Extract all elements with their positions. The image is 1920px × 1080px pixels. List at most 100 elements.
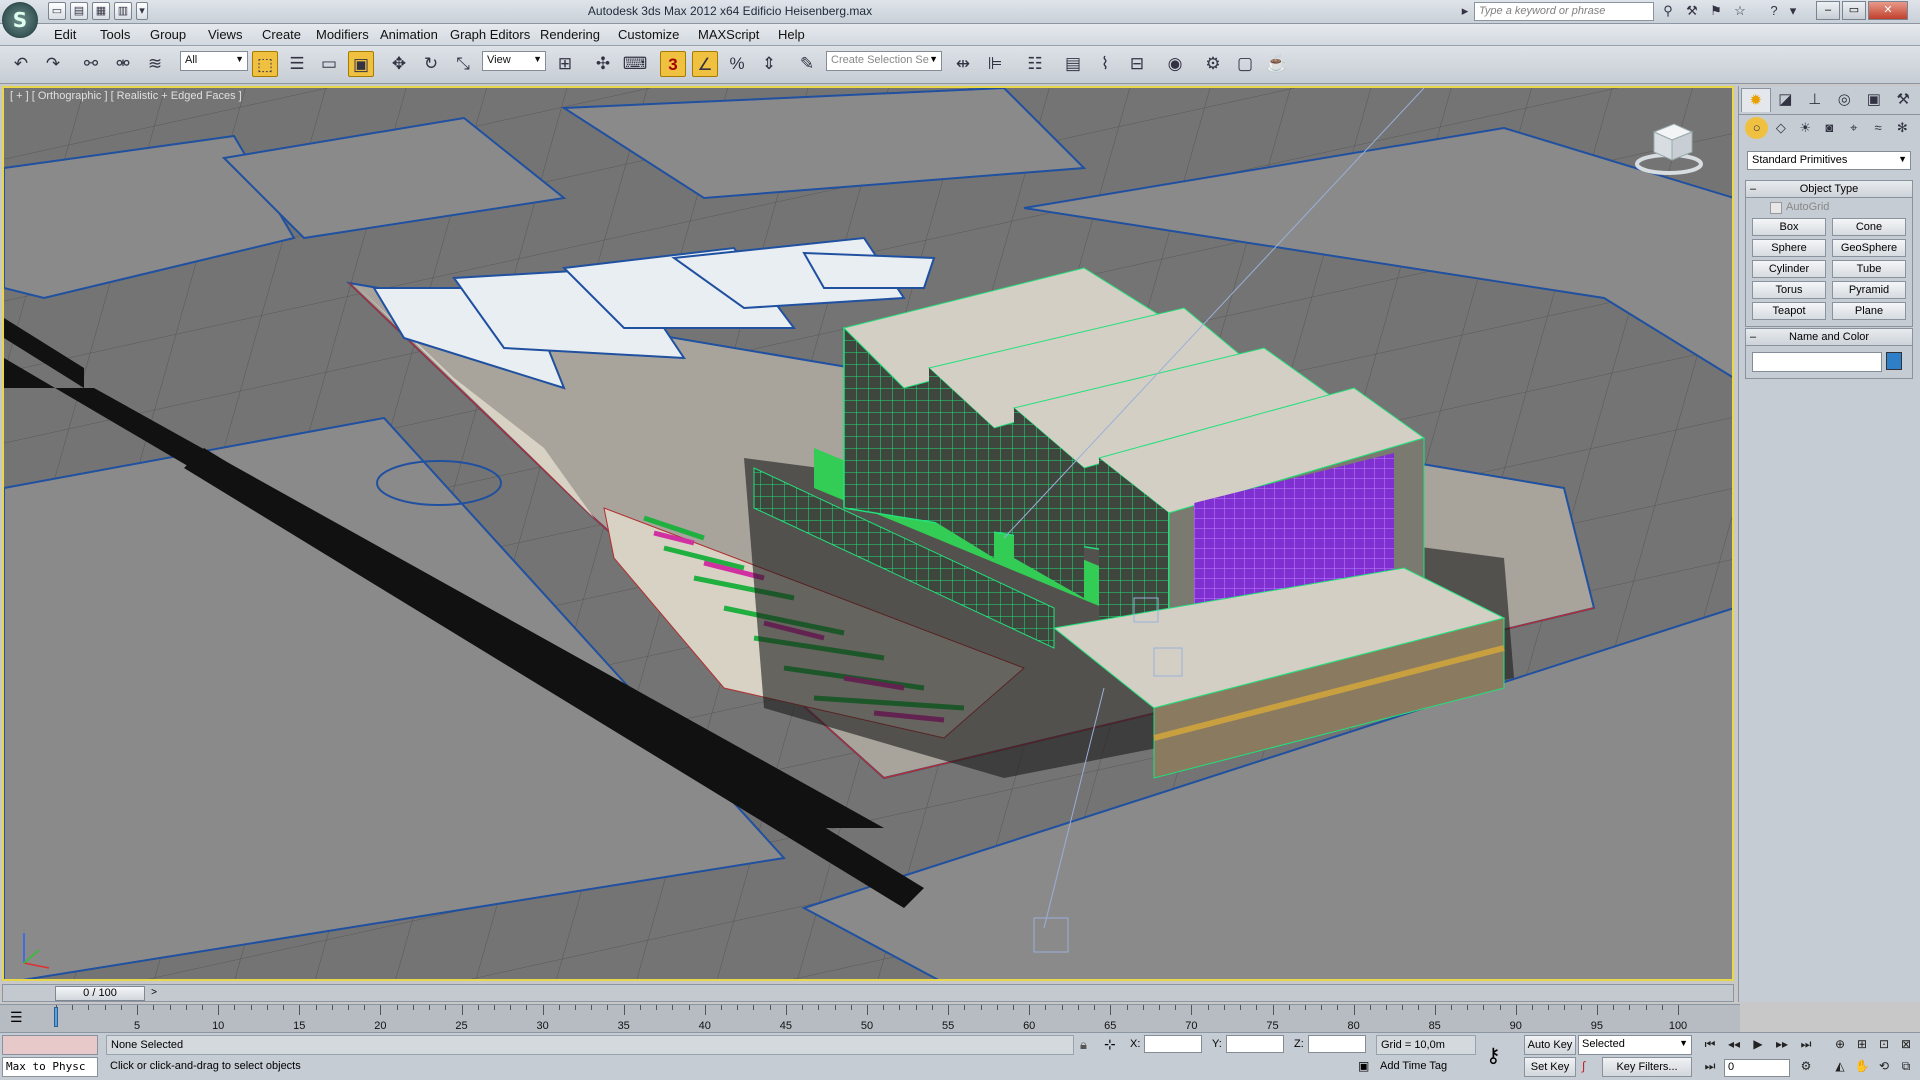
utilities-tab-icon[interactable]: ⚒ [1889,88,1919,112]
trackbar-menu-icon[interactable]: ☰ [10,1009,23,1026]
perspective-viewport[interactable]: [ + ] [ Orthographic ] [ Realistic + Edg… [2,86,1734,981]
maximize-button[interactable]: ▭ [1842,1,1866,20]
undo-icon[interactable]: ↶ [8,51,34,77]
auto-key-button[interactable]: Auto Key [1524,1035,1576,1055]
select-by-name-icon[interactable]: ☰ [284,51,310,77]
object-type-header[interactable]: – Object Type [1746,181,1912,198]
absolute-mode-icon[interactable]: ⊹ [1104,1036,1116,1053]
go-to-end-icon[interactable]: ⏭ [1796,1035,1816,1053]
torus-button[interactable]: Torus [1752,281,1826,299]
menu-graph-editors[interactable]: Graph Editors [450,27,530,42]
name-and-color-header[interactable]: – Name and Color [1746,329,1912,346]
viewport-label[interactable]: [ + ] [ Orthographic ] [ Realistic + Edg… [10,90,242,102]
percent-snap-icon[interactable]: % [724,51,750,77]
object-color-swatch[interactable] [1886,352,1902,370]
bind-space-warp-icon[interactable]: ≋ [142,51,168,77]
menu-tools[interactable]: Tools [100,27,130,42]
set-key-button[interactable]: Set Key [1524,1057,1576,1077]
key-mode-select[interactable]: Selected ▼ [1578,1035,1692,1055]
scale-icon[interactable]: ⤡ [450,51,476,77]
box-button[interactable]: Box [1752,218,1826,236]
plane-button[interactable]: Plane [1832,302,1906,320]
help-dropdown-icon[interactable]: ▾ [1788,2,1798,21]
minimize-button[interactable]: – [1816,1,1840,20]
unlink-icon[interactable]: ⚮ [110,51,136,77]
cameras-icon[interactable]: ◙ [1818,117,1841,139]
redo-icon[interactable]: ↷ [40,51,66,77]
curve-editor-icon[interactable]: ⌇ [1092,51,1118,77]
snaps-toggle-icon[interactable]: 3 [660,51,686,77]
binoculars-icon[interactable]: ⚲ [1658,2,1678,21]
zoom-extents-all-icon[interactable]: ⊠ [1896,1035,1916,1053]
window-crossing-icon[interactable]: ▣ [348,51,374,77]
add-time-tag[interactable]: Add Time Tag [1376,1057,1476,1077]
keyboard-shortcut-override-icon[interactable]: ⌨ [622,51,648,77]
time-slider-handle[interactable]: 0 / 100 [55,986,145,1001]
modify-tab-icon[interactable]: ◪ [1771,88,1801,112]
sphere-button[interactable]: Sphere [1752,239,1826,257]
field-of-view-icon[interactable]: ◭ [1830,1057,1850,1075]
close-button[interactable]: ✕ [1868,1,1908,20]
cylinder-button[interactable]: Cylinder [1752,260,1826,278]
orbit-icon[interactable]: ⟲ [1874,1057,1894,1075]
x-coord-field[interactable] [1144,1035,1202,1053]
communication-icon[interactable]: ⚑ [1706,2,1726,21]
set-keys-key-icon[interactable]: ⚷ [1486,1043,1501,1068]
select-manipulate-icon[interactable]: ✣ [590,51,616,77]
motion-tab-icon[interactable]: ◎ [1830,88,1860,112]
selection-lock-icon[interactable]: 🔒︎ [1080,1037,1087,1053]
primitive-category-select[interactable]: Standard Primitives ▼ [1747,151,1911,170]
viewcube[interactable] [1634,118,1704,181]
layer-manager-icon[interactable]: ☷ [1022,51,1048,77]
display-tab-icon[interactable]: ▣ [1859,88,1889,112]
schematic-view-icon[interactable]: ⊟ [1124,51,1150,77]
menu-maxscript[interactable]: MAXScript [698,27,759,42]
mirror-icon[interactable]: ⇹ [950,51,976,77]
y-coord-field[interactable] [1226,1035,1284,1053]
menu-modifiers[interactable]: Modifiers [316,27,369,42]
time-tag-icon[interactable]: ▣ [1358,1059,1369,1073]
rotate-icon[interactable]: ↻ [418,51,444,77]
object-name-field[interactable] [1752,352,1882,372]
menu-customize[interactable]: Customize [618,27,679,42]
cone-button[interactable]: Cone [1832,218,1906,236]
link-icon[interactable]: ⚯ [78,51,104,77]
track-bar[interactable]: ☰ 5 10 15 20 25 30 35 40 45 50 55 60 65 70 75 80 85 90 95 1… [0,1004,1740,1032]
zoom-all-icon[interactable]: ⊞ [1852,1035,1872,1053]
search-expand-icon[interactable]: ▸ [1458,2,1472,21]
align-icon[interactable]: ⊫ [982,51,1008,77]
edit-named-selection-icon[interactable]: ✎ [794,51,820,77]
hierarchy-tab-icon[interactable]: ⊥ [1800,88,1830,112]
selection-filter-select[interactable]: All ▼ [180,51,248,71]
key-filters-button[interactable]: Key Filters... [1602,1057,1692,1077]
menu-edit[interactable]: Edit [54,27,76,42]
menu-create[interactable]: Create [262,27,301,42]
play-icon[interactable]: ▶ [1748,1035,1768,1053]
autogrid-checkbox[interactable]: AutoGrid [1746,198,1912,216]
teapot-button[interactable]: Teapot [1752,302,1826,320]
tube-button[interactable]: Tube [1832,260,1906,278]
select-object-icon[interactable]: ⬚ [252,51,278,77]
search-input[interactable]: Type a keyword or phrase [1474,2,1654,21]
favorites-star-icon[interactable]: ☆ [1730,2,1750,21]
rendered-frame-window-icon[interactable]: ▢ [1232,51,1258,77]
spinner-snap-icon[interactable]: ⇕ [756,51,782,77]
named-selection-set-select[interactable]: Create Selection Se ▼ [826,51,942,71]
time-configuration-icon[interactable]: ⚙ [1796,1057,1816,1075]
helpers-icon[interactable]: ⌖ [1842,117,1865,139]
menu-help[interactable]: Help [778,27,805,42]
space-warps-icon[interactable]: ≈ [1866,117,1889,139]
maximize-viewport-icon[interactable]: ⧉ [1896,1057,1916,1075]
material-editor-icon[interactable]: ◉ [1162,51,1188,77]
move-icon[interactable]: ✥ [386,51,412,77]
render-production-icon[interactable]: ☕ [1264,51,1290,77]
time-slider[interactable]: 0 / 100 > [2,984,1734,1002]
geometry-icon[interactable]: ○ [1745,117,1769,139]
menu-animation[interactable]: Animation [380,27,438,42]
systems-icon[interactable]: ✻ [1891,117,1914,139]
next-frame-icon[interactable]: ▸▸ [1772,1035,1792,1053]
next-frame-arrow[interactable]: > [147,986,161,1001]
z-coord-field[interactable] [1308,1035,1366,1053]
angle-snap-icon[interactable]: ∠ [692,51,718,77]
pivot-center-icon[interactable]: ⊞ [552,51,578,77]
